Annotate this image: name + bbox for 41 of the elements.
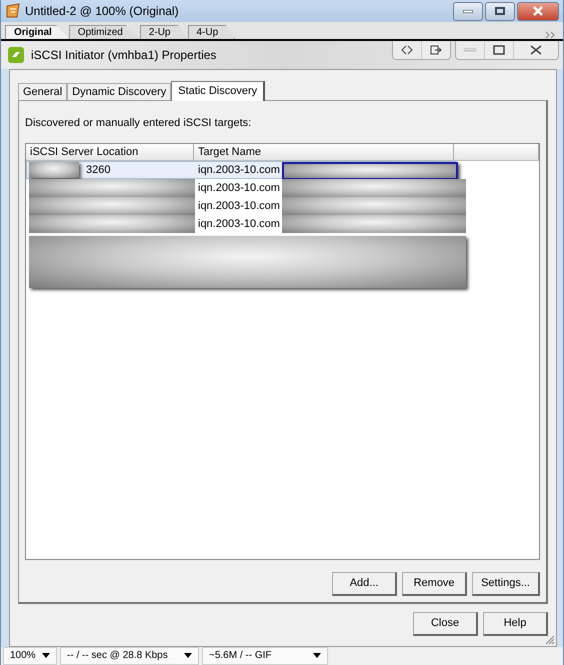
app-icon bbox=[5, 3, 21, 20]
view-tab[interactable]: Original bbox=[5, 24, 69, 39]
table-row[interactable]: iqn.2003-10.com bbox=[26, 178, 539, 197]
table-row[interactable]: iqn.2003-10.com bbox=[26, 214, 539, 233]
status-dropdown[interactable]: 100% bbox=[3, 646, 57, 665]
action-button[interactable]: Remove bbox=[402, 572, 468, 596]
tab[interactable]: Static Discovery bbox=[171, 80, 266, 101]
table-cell: iqn.2003-10.com bbox=[198, 164, 280, 176]
minimize-button[interactable] bbox=[453, 2, 483, 21]
table-cell: iqn.2003-10.com bbox=[198, 182, 280, 194]
maximize-button[interactable] bbox=[485, 2, 515, 21]
resize-grip-icon[interactable] bbox=[545, 634, 555, 645]
close-icon bbox=[532, 6, 544, 16]
dialog-title: iSCSI Initiator (vmhba1) Properties bbox=[31, 48, 218, 62]
action-button[interactable]: Settings... bbox=[472, 572, 540, 596]
table-cell: iqn.2003-10.com bbox=[198, 218, 280, 230]
action-button[interactable]: Add... bbox=[332, 572, 398, 596]
dialog-button[interactable]: Help bbox=[483, 612, 548, 636]
table-cell: 3260 bbox=[86, 164, 110, 176]
table-cell: iqn.2003-10.com bbox=[198, 200, 280, 212]
minimize-icon bbox=[463, 10, 473, 13]
caret-icon bbox=[42, 653, 50, 658]
caret-icon bbox=[313, 653, 321, 658]
tab[interactable]: General bbox=[18, 82, 68, 100]
status-dropdown[interactable]: ~5.6M / -- GIF bbox=[202, 646, 328, 665]
status-dropdown[interactable]: -- / -- sec @ 28.8 Kbps bbox=[60, 646, 199, 665]
view-tab[interactable]: 4-Up bbox=[188, 24, 236, 39]
close-button[interactable] bbox=[517, 2, 559, 21]
tab[interactable]: Dynamic Discovery bbox=[67, 82, 172, 100]
dialog-button[interactable]: Close bbox=[413, 612, 478, 636]
view-tab[interactable]: Optimized bbox=[68, 24, 140, 39]
column-header[interactable]: iSCSI Server Location bbox=[26, 144, 194, 160]
table-row[interactable]: iqn.2003-10.com bbox=[26, 196, 539, 215]
column-header[interactable]: Target Name bbox=[194, 144, 454, 160]
window-title: Untitled-2 @ 100% (Original) bbox=[25, 4, 180, 18]
maximize-icon bbox=[495, 7, 505, 16]
app-icon bbox=[7, 46, 25, 64]
view-tab[interactable]: 2-Up bbox=[140, 24, 188, 39]
caret-icon bbox=[184, 653, 192, 658]
caption: Discovered or manually entered iSCSI targets: bbox=[25, 116, 252, 129]
table-row[interactable]: 3260 iqn.2003-10.com bbox=[26, 160, 456, 179]
